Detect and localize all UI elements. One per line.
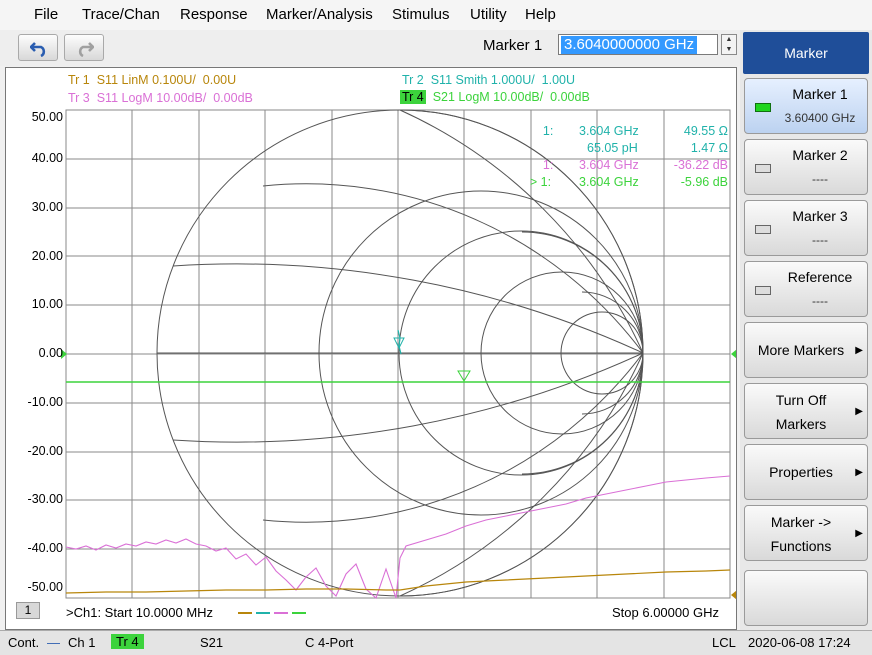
marker-3-indicator-icon xyxy=(755,225,771,234)
marker-spinner[interactable]: ▲ ▼ xyxy=(721,34,737,55)
y-tick-label: 20.00 xyxy=(31,249,63,263)
y-tick-label: -10.00 xyxy=(27,395,63,409)
chevron-right-icon: ▶ xyxy=(855,467,863,478)
trace-4-header[interactable]: Tr 4 S21 LogM 10.00dB/ 0.00dB xyxy=(400,90,590,104)
undo-button[interactable] xyxy=(18,34,58,61)
menu-file[interactable]: File xyxy=(34,6,58,23)
status-trace[interactable]: Tr 4 xyxy=(111,634,144,649)
sweep-mode[interactable]: Cont. xyxy=(8,635,39,650)
chevron-right-icon: ▶ xyxy=(855,528,863,539)
menu-help[interactable]: Help xyxy=(525,6,556,23)
properties-softkey[interactable]: Properties ▶ xyxy=(744,444,868,500)
chevron-right-icon: ▶ xyxy=(855,406,863,417)
reference-indicator-icon xyxy=(755,286,771,295)
active-trace-line-icon: — xyxy=(47,635,60,650)
menu-marker-analysis[interactable]: Marker/Analysis xyxy=(266,6,373,23)
y-tick-label: 10.00 xyxy=(31,297,63,311)
menu-bar: File Trace/Chan Response Marker/Analysis… xyxy=(0,0,872,30)
empty-softkey[interactable] xyxy=(744,570,868,626)
y-tick-label: -40.00 xyxy=(27,541,63,555)
y-tick-label: 50.00 xyxy=(31,110,63,124)
y-tick-label: 30.00 xyxy=(31,200,63,214)
measurement-display[interactable]: Tr 1 S11 LinM 0.100U/ 0.00U Tr 2 S11 Smi… xyxy=(5,67,737,630)
status-bar: Cont. — Ch 1 Tr 4 S21 C 4-Port LCL 2020-… xyxy=(0,630,872,655)
y-tick-label: 0.00 xyxy=(38,346,63,360)
marker-2-softkey[interactable]: Marker 2 ---- xyxy=(744,139,868,195)
marker-2-indicator-icon xyxy=(755,164,771,173)
menu-response[interactable]: Response xyxy=(180,6,248,23)
status-channel[interactable]: Ch 1 xyxy=(68,635,95,650)
marker-1-indicator-icon xyxy=(755,103,771,112)
menu-trace-chan[interactable]: Trace/Chan xyxy=(82,6,160,23)
sweep-start[interactable]: >Ch1: Start 10.0000 MHz xyxy=(66,605,213,620)
sweep-stop[interactable]: Stop 6.00000 GHz xyxy=(612,605,719,620)
ref-level-right-icon xyxy=(731,349,736,359)
softkey-panel: Marker Marker 1 3.60400 GHz Marker 2 ---… xyxy=(740,30,872,630)
status-datetime: 2020-06-08 17:24 xyxy=(748,635,851,650)
status-parameter: S21 xyxy=(200,635,224,650)
marker-frequency-input[interactable]: 3.6040000000 GHz xyxy=(558,34,718,55)
reference-softkey[interactable]: Reference ---- xyxy=(744,261,868,317)
marker-functions-softkey[interactable]: Marker -> Functions ▶ xyxy=(744,505,868,561)
turn-off-markers-softkey[interactable]: Turn Off Markers ▶ xyxy=(744,383,868,439)
menu-utility[interactable]: Utility xyxy=(470,6,507,23)
menu-stimulus[interactable]: Stimulus xyxy=(392,6,450,23)
spin-up-icon[interactable]: ▲ xyxy=(722,35,736,44)
redo-arrow-icon xyxy=(78,42,94,57)
redo-button[interactable] xyxy=(64,34,104,61)
spin-down-icon[interactable]: ▼ xyxy=(722,45,736,54)
trace-3-header[interactable]: Tr 3 S11 LogM 10.00dB/ 0.00dB xyxy=(68,91,253,105)
marker-frequency-value: 3.6040000000 GHz xyxy=(561,36,698,54)
marker-readout-row: > 1: 3.604 GHz -5.96 dB xyxy=(529,175,728,189)
undo-arrow-icon xyxy=(30,42,46,57)
status-calibration: C 4-Port xyxy=(305,635,354,650)
active-trace-badge: Tr 4 xyxy=(400,90,426,104)
y-tick-label: 40.00 xyxy=(31,151,63,165)
trace-2-header[interactable]: Tr 2 S11 Smith 1.000U/ 1.00U xyxy=(402,73,575,87)
status-lcl: LCL xyxy=(712,635,736,650)
ref-level-linm-icon xyxy=(731,590,736,600)
marker-3-softkey[interactable]: Marker 3 ---- xyxy=(744,200,868,256)
y-tick-label: -20.00 xyxy=(27,444,63,458)
trace-1-header[interactable]: Tr 1 S11 LinM 0.100U/ 0.00U xyxy=(68,73,236,87)
y-tick-label: -30.00 xyxy=(27,492,63,506)
y-tick-label: -50.00 xyxy=(27,580,63,594)
marker-1-softkey[interactable]: Marker 1 3.60400 GHz xyxy=(744,78,868,134)
more-markers-softkey[interactable]: More Markers ▶ xyxy=(744,322,868,378)
softkey-menu-title: Marker xyxy=(743,32,869,74)
channel-number[interactable]: 1 xyxy=(16,602,40,619)
chevron-right-icon: ▶ xyxy=(855,345,863,356)
smith-chart-grid xyxy=(156,109,644,597)
marker-entry-label: Marker 1 xyxy=(483,37,543,54)
